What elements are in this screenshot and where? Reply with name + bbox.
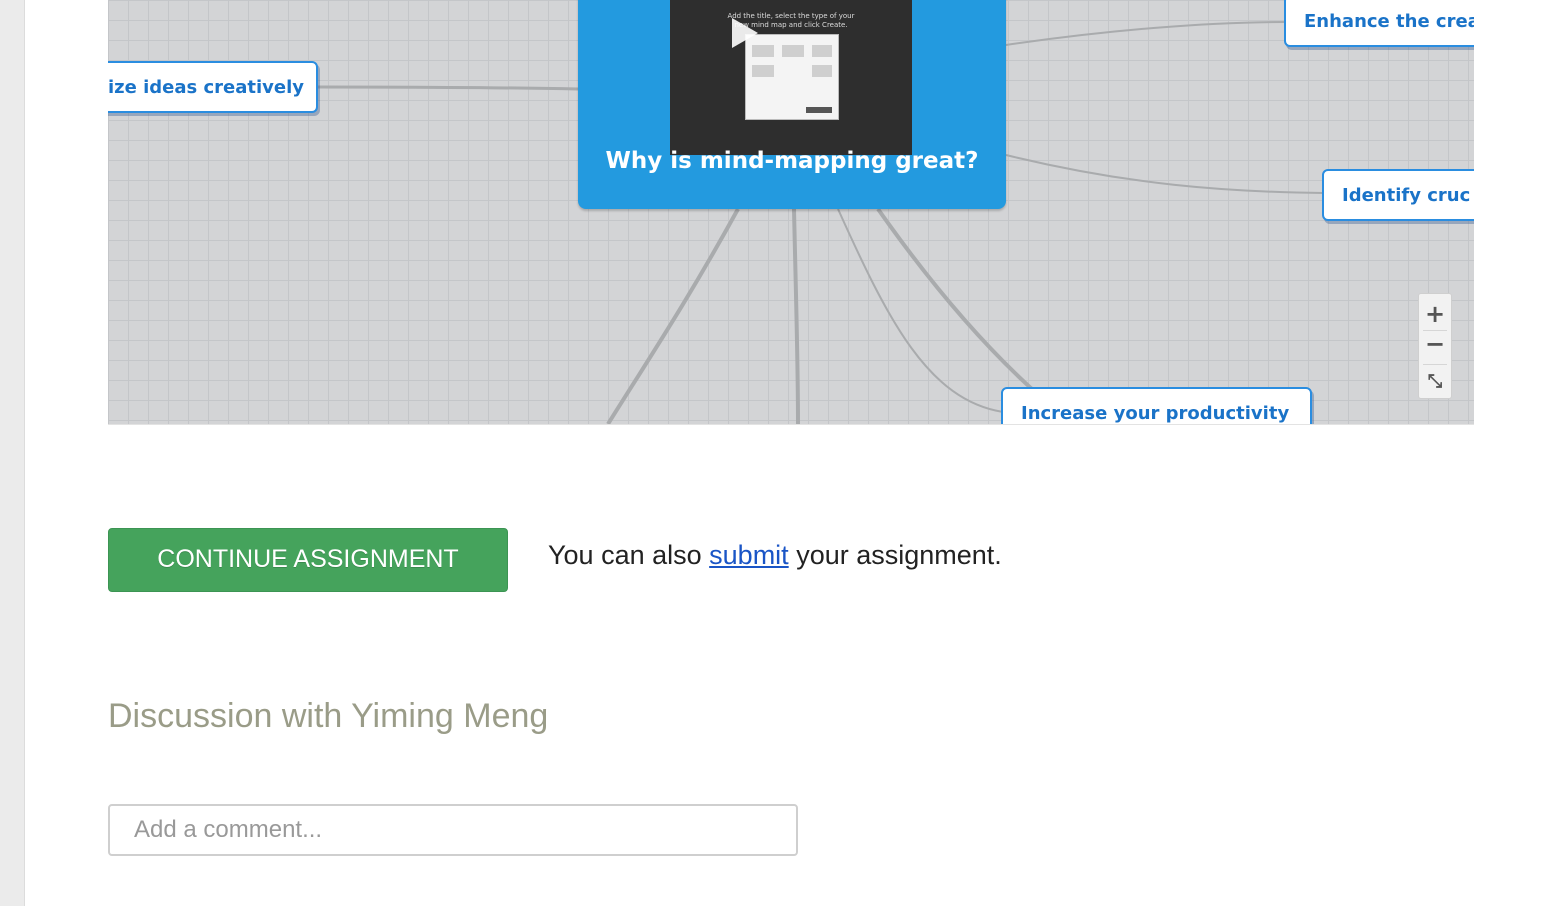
comment-input[interactable] — [108, 804, 798, 856]
video-dialog-preview — [745, 34, 839, 120]
node-label: Enhance the crea — [1304, 10, 1474, 32]
zoom-out-button[interactable]: − — [1419, 330, 1451, 358]
submit-suffix-text: your assignment. — [796, 540, 1002, 570]
node-increase-productivity[interactable]: Increase your productivity — [1001, 387, 1312, 424]
video-thumbnail[interactable]: Add the title, select the type of your n… — [670, 0, 912, 155]
video-caption: Add the title, select the type of your n… — [727, 12, 855, 29]
node-enhance-creativity[interactable]: Enhance the crea — [1284, 0, 1474, 47]
left-rail — [0, 0, 25, 906]
continue-assignment-button[interactable]: CONTINUE ASSIGNMENT — [108, 528, 508, 592]
zoom-controls: + − ⤡ — [1418, 293, 1452, 399]
fit-to-screen-icon[interactable]: ⤡ — [1419, 368, 1451, 396]
node-label: Identify cruc — [1342, 184, 1471, 206]
mind-map-canvas[interactable]: Add the title, select the type of your n… — [108, 0, 1474, 425]
submit-prefix-text: You can also — [548, 540, 702, 570]
node-organize-ideas[interactable]: ize ideas creatively — [108, 61, 318, 113]
central-topic-node[interactable]: Add the title, select the type of your n… — [578, 0, 1006, 209]
node-label: ize ideas creatively — [108, 76, 305, 98]
node-label: Increase your productivity — [1021, 402, 1290, 424]
central-topic-title: Why is mind-mapping great? — [605, 148, 979, 174]
submit-instructions: You can also submit your assignment. — [548, 540, 1002, 571]
dialog-diagram-icon — [752, 45, 832, 113]
zoom-in-button[interactable]: + — [1419, 300, 1451, 328]
zoom-divider — [1423, 364, 1447, 365]
submit-link[interactable]: submit — [709, 540, 789, 570]
discussion-title: Discussion with Yiming Meng — [108, 697, 549, 735]
play-icon[interactable] — [732, 18, 758, 48]
node-identify-crucial[interactable]: Identify cruc — [1322, 169, 1474, 221]
